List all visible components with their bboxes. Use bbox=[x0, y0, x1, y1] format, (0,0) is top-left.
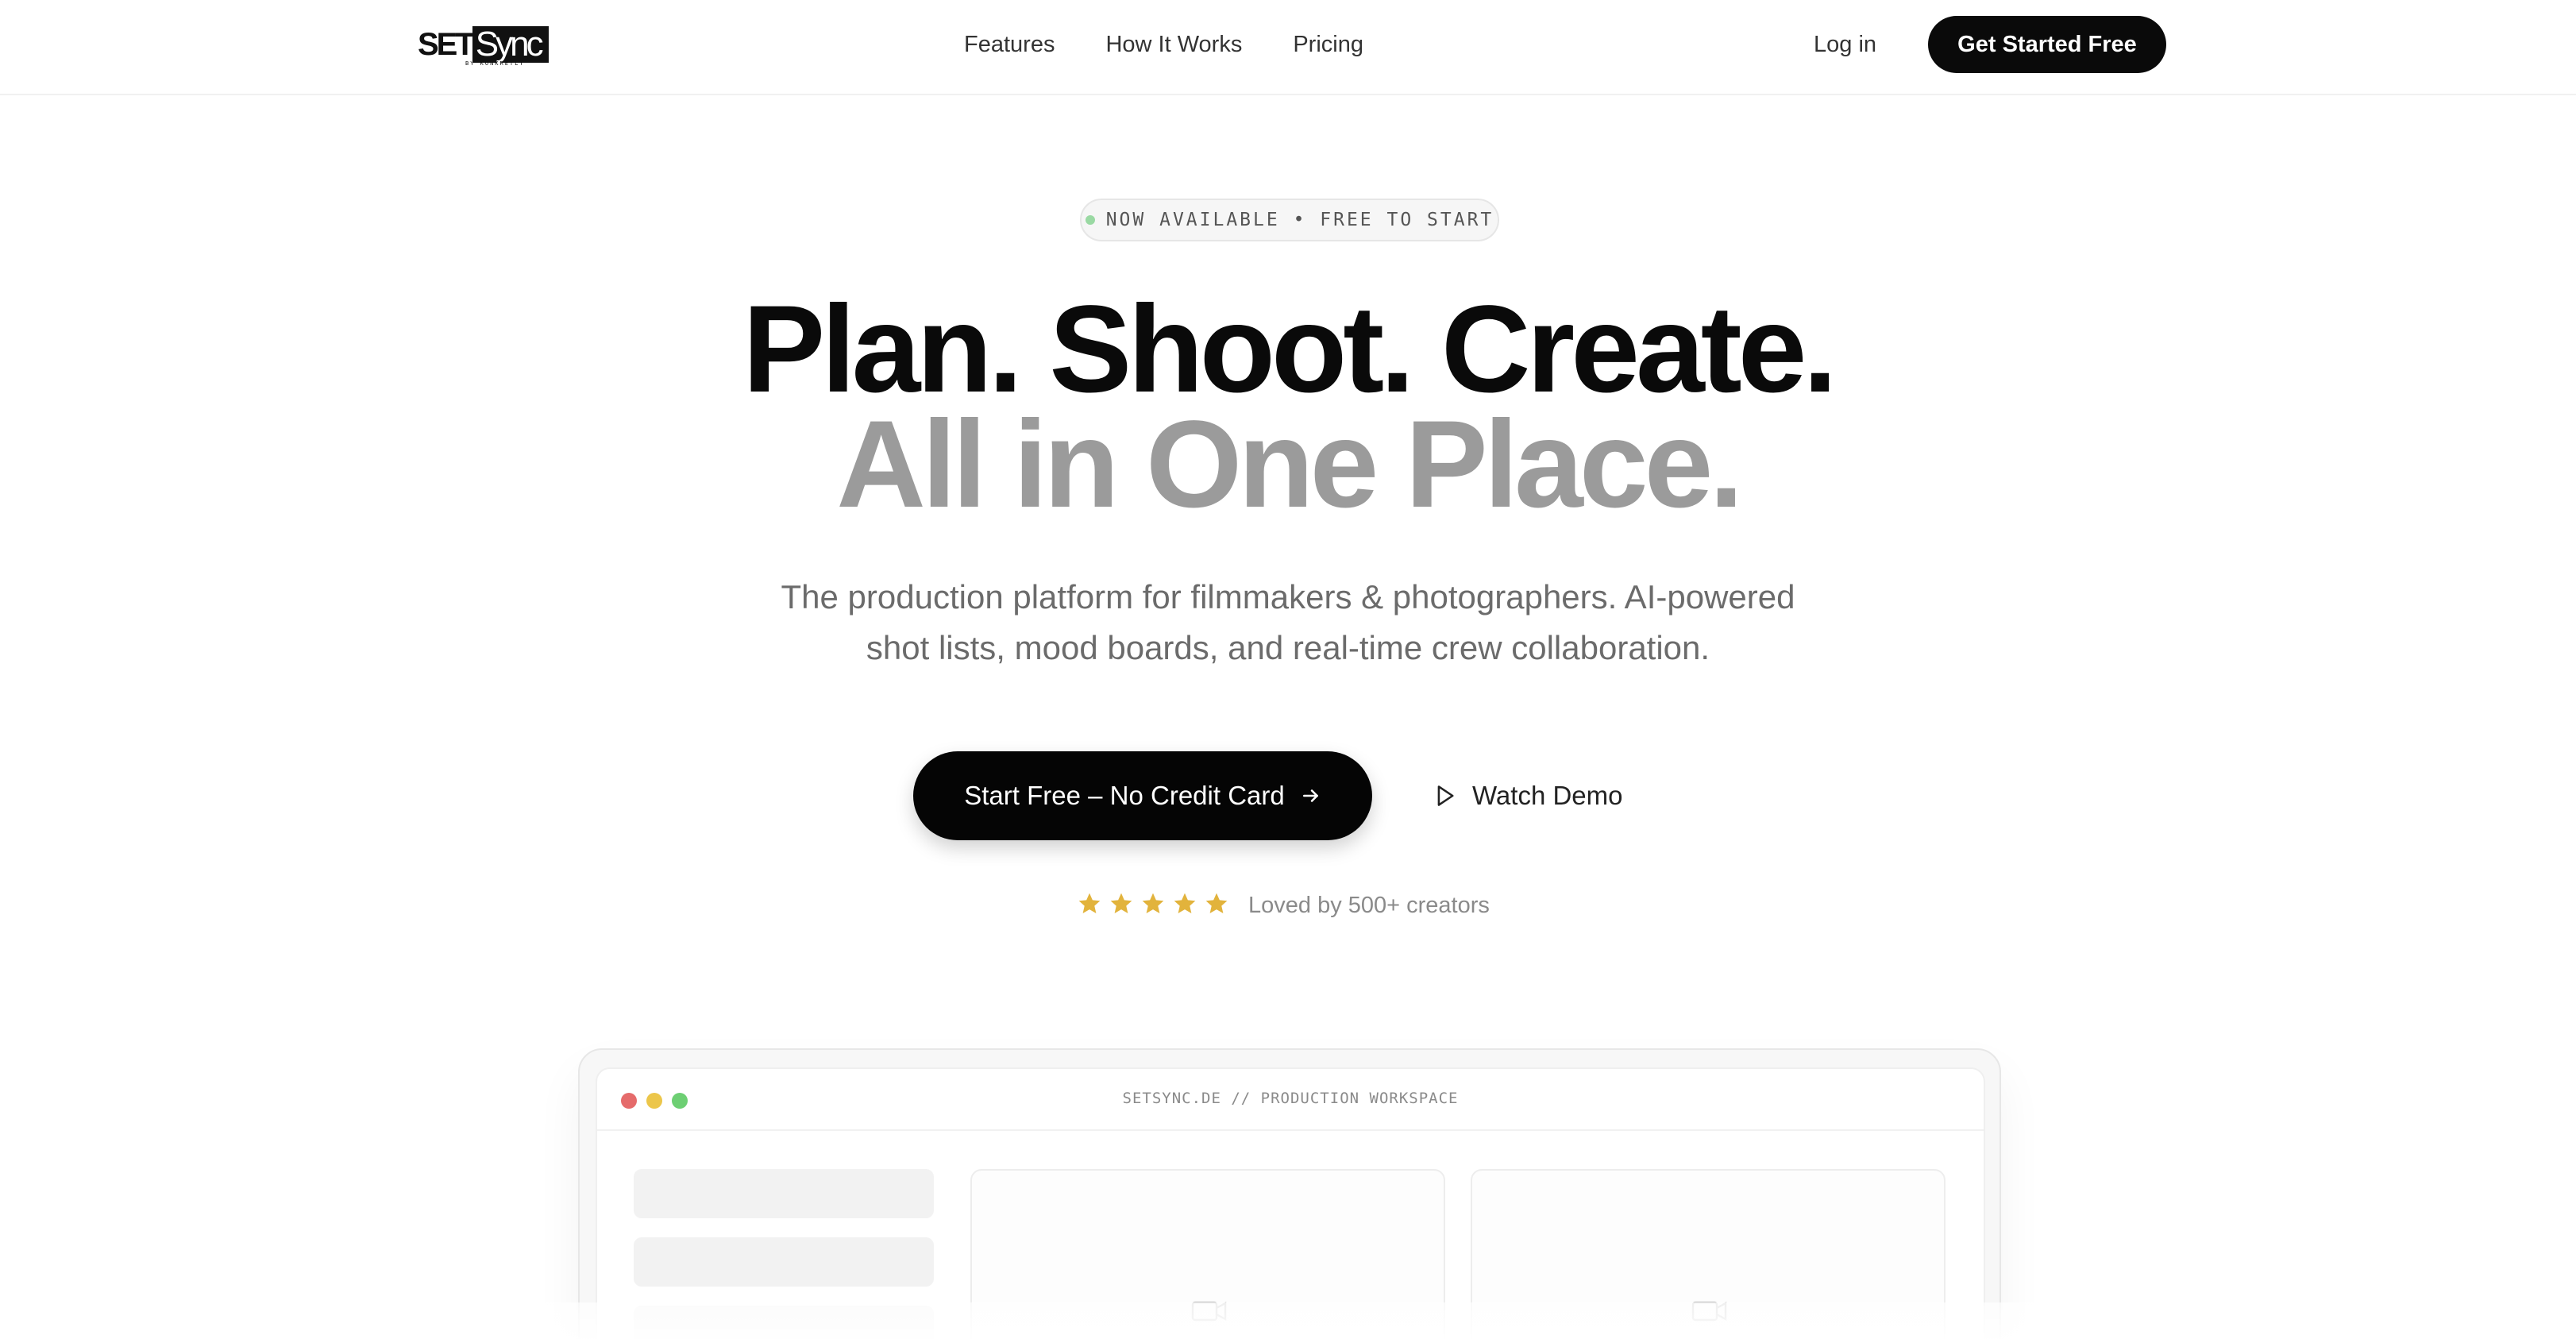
top-navigation: SET Sync BY KONKRETLY Features How It Wo… bbox=[0, 0, 2576, 95]
logo-sync-text: Sync bbox=[472, 26, 549, 63]
start-free-label: Start Free – No Credit Card bbox=[964, 781, 1285, 810]
arrow-right-icon bbox=[1302, 789, 1318, 802]
watch-demo-label: Watch Demo bbox=[1472, 781, 1623, 810]
window-titlebar: SETSYNC.DE // PRODUCTION WORKSPACE bbox=[597, 1069, 1984, 1131]
logo-set-text: SET bbox=[418, 26, 475, 62]
watch-demo-button[interactable]: Watch Demo bbox=[1434, 775, 1623, 816]
app-preview-window: SETSYNC.DE // PRODUCTION WORKSPACE bbox=[596, 1067, 1985, 1339]
bottom-fade-overlay bbox=[0, 1302, 2576, 1339]
status-dot-icon bbox=[1085, 215, 1095, 225]
star-icon bbox=[1110, 893, 1132, 913]
logo-tagline: BY KONKRETLY bbox=[465, 60, 525, 67]
star-icon bbox=[1205, 893, 1228, 913]
headline-secondary: All in One Place. bbox=[836, 396, 1743, 534]
app-preview-frame: SETSYNC.DE // PRODUCTION WORKSPACE bbox=[578, 1048, 2001, 1339]
sidebar-placeholder bbox=[634, 1237, 934, 1287]
subtitle-line-1: The production platform for filmmakers &… bbox=[781, 578, 1795, 615]
window-title: SETSYNC.DE // PRODUCTION WORKSPACE bbox=[1122, 1090, 1459, 1107]
nav-link-pricing[interactable]: Pricing bbox=[1293, 27, 1363, 62]
availability-badge: NOW AVAILABLE • FREE TO START bbox=[1080, 199, 1499, 241]
nav-link-features[interactable]: Features bbox=[964, 27, 1055, 62]
social-proof-text: Loved by 500+ creators bbox=[1248, 893, 1490, 918]
get-started-button[interactable]: Get Started Free bbox=[1928, 16, 2166, 73]
rating-stars bbox=[1077, 891, 1229, 916]
star-icon bbox=[1174, 893, 1196, 913]
nav-link-how-it-works[interactable]: How It Works bbox=[1105, 27, 1242, 62]
sidebar-placeholder bbox=[634, 1169, 934, 1218]
headline-primary: Plan. Shoot. Create. bbox=[742, 280, 1838, 419]
badge-text: NOW AVAILABLE • FREE TO START bbox=[1105, 210, 1494, 230]
star-icon bbox=[1078, 893, 1101, 913]
start-free-button[interactable]: Start Free – No Credit Card bbox=[913, 751, 1372, 840]
nav-links: Features How It Works Pricing bbox=[964, 27, 1363, 62]
play-icon bbox=[1437, 785, 1454, 806]
subtitle-line-2: shot lists, mood boards, and real-time c… bbox=[866, 629, 1710, 666]
star-icon bbox=[1142, 893, 1164, 913]
login-link[interactable]: Log in bbox=[1814, 27, 1876, 62]
setsync-logo[interactable]: SET Sync BY KONKRETLY bbox=[418, 25, 549, 67]
